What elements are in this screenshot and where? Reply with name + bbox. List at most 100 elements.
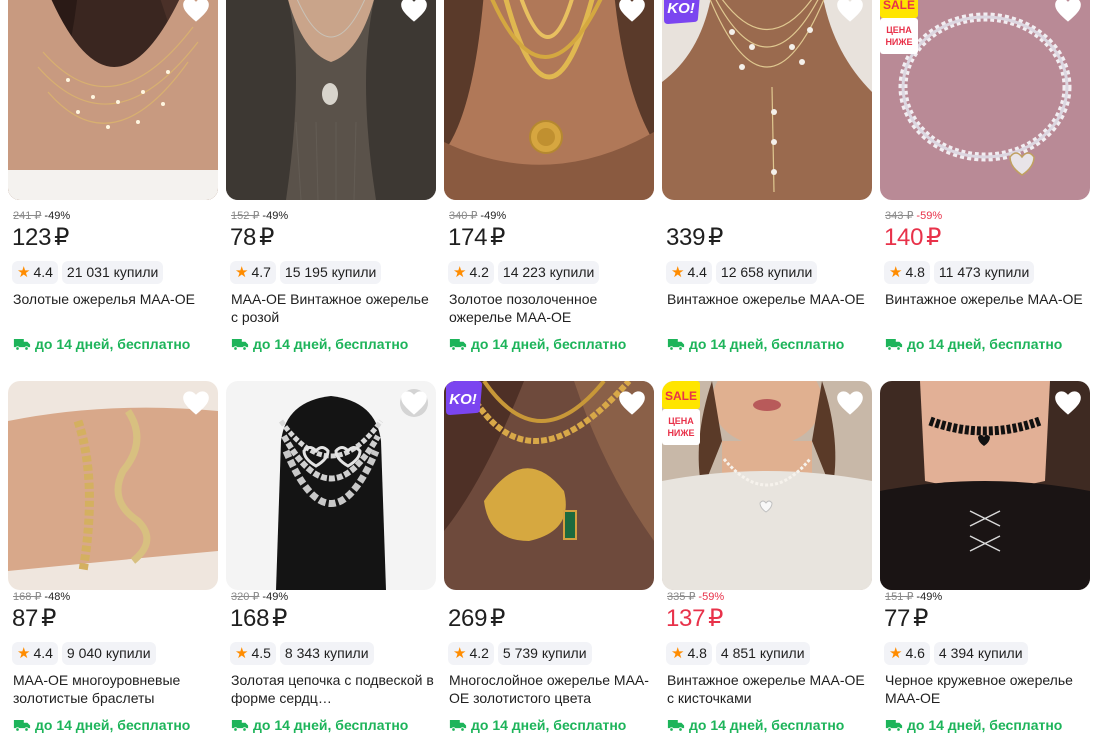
favorite-heart-icon[interactable] [1054,0,1082,24]
truck-icon [667,720,685,732]
product-title[interactable]: Винтажное ожерелье MAA-OE [885,290,1090,308]
rating-badge: ★ 4.8 [666,641,712,665]
product-card[interactable]: 241 ₽ -49% 123 ₽ ★ 4.4 21 031 купили Золоты… [8,0,218,370]
old-price: 168 ₽ [13,591,42,603]
currency-sign: ₽ [708,605,724,632]
product-title[interactable]: MAA-OE многоуровневые золотистые браслет… [13,671,218,707]
discount-label: -48% [44,591,71,603]
rating-value: 4.8 [905,264,925,280]
favorite-heart-icon[interactable] [182,0,210,24]
product-title[interactable]: Золотая цепочка с подвеской в форме серд… [231,671,436,707]
favorite-heart-icon[interactable] [836,0,864,24]
product-title[interactable]: MAA-OE Винтажное ожерелье с розой [231,290,436,326]
product-title[interactable]: Винтажное ожерелье MAA-OE с кисточками [667,671,872,707]
old-price-line: 335 ₽ -59% [667,590,724,603]
product-card[interactable]: 340 ₽ -49% 174 ₽ ★ 4.2 14 223 купили Золото… [444,0,654,370]
star-icon: ★ [17,264,31,281]
favorite-heart-icon[interactable] [1054,389,1082,417]
delivery-info: до 14 дней, бесплатно [667,336,844,352]
rating-badge: ★ 4.5 [230,641,276,665]
product-title[interactable]: Многослойное ожерелье MAA-OE золотистого… [449,671,654,707]
old-price-line: 340 ₽ -49% [449,209,506,222]
old-price-line: 152 ₽ -49% [231,209,288,222]
old-price-line: 168 ₽ -48% [13,590,70,603]
product-card[interactable]: SALE ЦЕНА НИЖЕ 343 ₽ -59% 140 ₽ ★ 4.8 11 473 … [880,0,1090,370]
product-photo[interactable] [226,0,436,200]
product-card[interactable]: 168 ₽ -48% 87 ₽ ★ 4.4 9 040 купили MAA-OE м… [8,381,218,751]
rating-badge: ★ 4.4 [12,260,58,284]
product-photo[interactable]: KO! [662,0,872,200]
rating-value: 4.4 [33,264,53,280]
favorite-heart-icon[interactable] [400,0,428,24]
discount-label: -49% [480,210,507,222]
price: 339 ₽ [666,223,723,252]
purchases-count: 21 031 купили [61,260,164,284]
product-card[interactable]: 152 ₽ -49% 78 ₽ ★ 4.7 15 195 купили MAA-OE … [226,0,436,370]
sale-price-lower-badge: SALE ЦЕНА НИЖЕ [662,381,700,445]
rating-badge: ★ 4.4 [12,641,58,665]
old-price: 241 ₽ [13,210,42,222]
favorite-heart-icon[interactable] [182,389,210,417]
favorite-heart-icon[interactable] [618,389,646,417]
old-price-line [449,590,452,602]
currency-sign: ₽ [54,224,70,251]
product-photo[interactable] [226,381,436,590]
delivery-text: до 14 дней, бесплатно [253,336,409,352]
product-title[interactable]: Черное кружевное ожерелье MAA-OE [885,671,1090,707]
product-photo[interactable] [444,0,654,200]
star-icon: ★ [889,645,903,662]
rating-badge: ★ 4.7 [230,260,276,284]
truck-icon [885,720,903,732]
favorite-heart-icon[interactable] [618,0,646,24]
product-card[interactable]: 151 ₽ -49% 77 ₽ ★ 4.6 4 394 купили Черное к… [880,381,1090,751]
delivery-info: до 14 дней, бесплатно [13,336,190,352]
sale-price-lower-badge: SALE ЦЕНА НИЖЕ [880,0,918,54]
favorite-heart-icon[interactable] [400,389,428,417]
product-photo[interactable]: SALE ЦЕНА НИЖЕ [880,0,1090,200]
price-value: 168 [230,605,270,632]
price: 140 ₽ [884,223,941,252]
price-value: 339 [666,224,706,251]
price: 77 ₽ [884,604,928,633]
product-title[interactable]: Золотое позолоченное ожерелье MAA-OE [449,290,654,326]
product-photo[interactable] [880,381,1090,590]
old-price: 151 ₽ [885,591,914,603]
product-row: 241 ₽ -49% 123 ₽ ★ 4.4 21 031 купили Золоты… [8,0,1098,370]
rating-value: 4.4 [33,645,53,661]
product-title[interactable]: Золотые ожерелья MAA-OE [13,290,218,308]
rating-badge: ★ 4.6 [884,641,930,665]
delivery-text: до 14 дней, бесплатно [471,336,627,352]
product-card[interactable]: 320 ₽ -49% 168 ₽ ★ 4.5 8 343 купили Золотая… [226,381,436,751]
star-icon: ★ [453,264,467,281]
product-meta: ★ 4.8 4 851 купили [666,641,810,665]
currency-sign: ₽ [41,605,57,632]
delivery-info: до 14 дней, бесплатно [885,717,1062,733]
old-price-line: 151 ₽ -49% [885,590,942,603]
purchases-count: 9 040 купили [61,641,156,665]
product-photo[interactable] [8,381,218,590]
truck-icon [449,339,467,351]
purchases-count: 12 658 купили [715,260,818,284]
product-card[interactable]: KO! 339 ₽ ★ 4.4 12 658 купили Винтажное ож… [662,0,872,370]
price-value: 123 [12,224,52,251]
purchases-count: 4 394 купили [933,641,1028,665]
discount-label: -49% [916,591,943,603]
delivery-info: до 14 дней, бесплатно [13,717,190,733]
price-value: 78 [230,224,257,251]
product-meta: ★ 4.4 9 040 купили [12,641,156,665]
favorite-heart-icon[interactable] [836,389,864,417]
delivery-text: до 14 дней, бесплатно [689,717,845,733]
product-card[interactable]: SALE ЦЕНА НИЖЕ 335 ₽ -59% 137 ₽ ★ 4.8 4 851 к… [662,381,872,751]
price: 168 ₽ [230,604,287,633]
product-photo[interactable]: SALE ЦЕНА НИЖЕ [662,381,872,590]
product-photo[interactable] [8,0,218,200]
star-icon: ★ [17,645,31,662]
currency-sign: ₽ [490,605,506,632]
delivery-text: до 14 дней, бесплатно [907,717,1063,733]
discount-label: -59% [916,210,943,222]
product-photo[interactable]: KO! [444,381,654,590]
truck-icon [13,720,31,732]
svg-text:KO!: KO! [449,391,477,408]
product-title[interactable]: Винтажное ожерелье MAA-OE [667,290,872,308]
product-card[interactable]: KO! 269 ₽ ★ 4.2 5 739 купили Многослойное … [444,381,654,751]
